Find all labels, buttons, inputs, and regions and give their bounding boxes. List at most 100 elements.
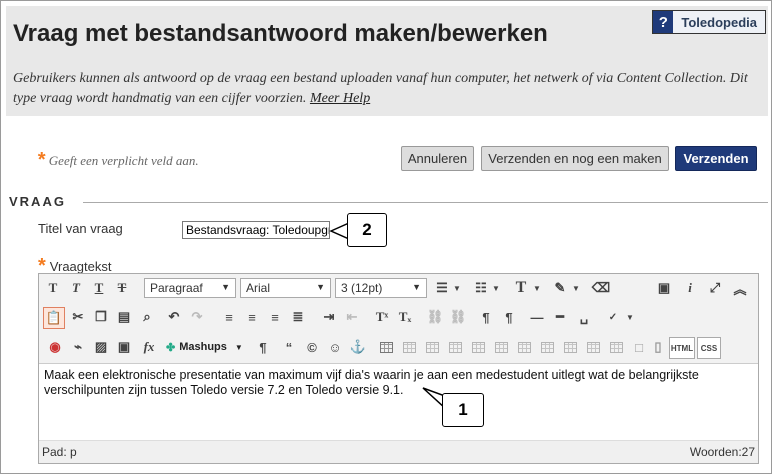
preview-icon[interactable]: ▣ — [654, 278, 674, 298]
toledopedia-label: Toledopedia — [673, 11, 765, 33]
record-icon[interactable]: ◉ — [45, 337, 65, 357]
submit-button[interactable]: Verzenden — [675, 146, 757, 171]
insert-row-after-icon[interactable] — [468, 337, 488, 357]
eraser-icon[interactable]: ⌫ — [591, 278, 611, 298]
paragraph-icon[interactable]: ¶ — [253, 337, 273, 357]
mashups-icon: ✤ — [166, 341, 176, 354]
insert-col-after-icon[interactable] — [537, 337, 557, 357]
highlight-icon[interactable]: ✎ — [550, 278, 570, 298]
section-divider — [83, 202, 768, 203]
chevron-down-icon[interactable]: ▼ — [452, 278, 462, 298]
mashups-dropdown[interactable]: ✤ Mashups ▼ — [166, 337, 248, 357]
delete-row-icon[interactable] — [491, 337, 511, 357]
quote-icon[interactable]: “ — [279, 337, 299, 357]
table-cell-props-icon[interactable] — [422, 337, 442, 357]
format-select-value: Paragraaf — [150, 281, 203, 295]
chevron-down-icon: ▼ — [316, 282, 325, 292]
emoticon-icon[interactable]: ☺ — [325, 337, 345, 357]
search-icon[interactable]: ⌕ — [137, 307, 157, 327]
font-select[interactable]: Arial ▼ — [240, 278, 331, 298]
align-center-icon[interactable]: ≡ — [242, 307, 262, 327]
indent-icon[interactable]: ⇥ — [319, 307, 339, 327]
copy-icon[interactable]: ❐ — [91, 307, 111, 327]
underline-icon[interactable]: T — [89, 278, 109, 298]
more-help-link[interactable]: Meer Help — [310, 91, 370, 106]
undo-icon[interactable]: ↶ — [164, 307, 184, 327]
chevron-down-icon[interactable]: ▼ — [532, 278, 542, 298]
editor-toolbar: T T T T Paragraaf ▼ Arial ▼ 3 (12pt) ▼ ☰ ▼ … — [39, 274, 758, 364]
question-title-input[interactable]: Bestandsvraag: Toledoupgr — [182, 221, 330, 239]
required-star-icon: * — [37, 149, 45, 171]
cancel-button[interactable]: Annuleren — [401, 146, 474, 171]
media-icon[interactable]: ▣ — [114, 337, 134, 357]
chevron-down-icon: ▼ — [234, 342, 243, 352]
nonbreaking-space-icon[interactable]: ␣ — [574, 307, 594, 327]
paste-icon[interactable]: ▤ — [114, 307, 134, 327]
bold-icon[interactable]: T — [43, 278, 63, 298]
word-count: Woorden:27 — [689, 445, 755, 459]
chevron-down-icon: ▼ — [221, 282, 230, 292]
horizontal-rule-icon[interactable]: — — [527, 307, 547, 327]
chevron-down-icon[interactable]: ▼ — [571, 278, 581, 298]
rtl-icon[interactable]: ¶ — [499, 307, 519, 327]
align-left-icon[interactable]: ≡ — [219, 307, 239, 327]
insert-col-before-icon[interactable] — [514, 337, 534, 357]
size-select-value: 3 (12pt) — [341, 281, 383, 295]
align-right-icon[interactable]: ≡ — [265, 307, 285, 327]
info-icon[interactable]: i — [680, 278, 700, 298]
editor-content[interactable]: Maak een elektronische presentatie van m… — [44, 368, 744, 398]
description-text: Gebruikers kunnen als antwoord op de vra… — [13, 71, 748, 106]
subscript-icon[interactable]: Tₓ — [395, 307, 415, 327]
anchor-icon[interactable]: ⚓ — [348, 337, 368, 357]
toledopedia-help-button[interactable]: ? Toledopedia — [652, 10, 766, 34]
split-cells-icon[interactable] — [583, 337, 603, 357]
path-indicator: Pad: p — [42, 445, 77, 459]
cut-icon[interactable]: ✂ — [68, 307, 88, 327]
insert-row-before-icon[interactable] — [445, 337, 465, 357]
thick-rule-icon[interactable]: ━ — [550, 307, 570, 327]
table-row-props-icon[interactable] — [399, 337, 419, 357]
html-source-button[interactable]: HTML — [669, 337, 695, 359]
outdent-icon[interactable]: ⇤ — [342, 307, 362, 327]
page-description: Gebruikers kunnen als antwoord op de vra… — [13, 69, 753, 109]
spellcheck-icon[interactable]: ✓ — [603, 307, 623, 327]
editor-statusbar: Pad: p Woorden:27 — [39, 440, 758, 463]
align-justify-icon[interactable]: ≣ — [288, 307, 308, 327]
bullet-list-icon[interactable]: ☰ — [432, 278, 452, 298]
help-icon: ? — [653, 11, 674, 33]
merge-cells-icon[interactable] — [606, 337, 626, 357]
ltr-icon[interactable]: ¶ — [476, 307, 496, 327]
superscript-icon[interactable]: Tˣ — [372, 307, 392, 327]
chevron-down-icon[interactable]: ▼ — [625, 307, 635, 327]
formula-icon[interactable]: fx — [139, 337, 159, 357]
link-icon[interactable]: ⛓ — [425, 307, 445, 327]
chevron-down-icon[interactable]: ▼ — [491, 278, 501, 298]
size-select[interactable]: 3 (12pt) ▼ — [335, 278, 427, 298]
image-icon[interactable]: ▨ — [91, 337, 111, 357]
callout-2: 2 — [347, 213, 387, 247]
visual-aid-icon[interactable]: □ — [629, 337, 649, 357]
css-button[interactable]: CSS — [697, 337, 721, 359]
layer-icon[interactable]: ▯ — [648, 337, 668, 357]
mashups-label: Mashups — [179, 341, 227, 353]
window-frame: Vraag met bestandsantwoord maken/bewerke… — [0, 0, 772, 474]
delete-col-icon[interactable] — [560, 337, 580, 357]
strikethrough-icon[interactable]: T — [112, 278, 132, 298]
text-color-icon[interactable]: T — [511, 278, 531, 298]
collapse-toolbar-icon[interactable]: ︽ — [730, 278, 750, 298]
unlink-icon[interactable]: ⛓ — [448, 307, 468, 327]
question-text-label-text: Vraagtekst — [49, 259, 112, 274]
format-select[interactable]: Paragraaf ▼ — [144, 278, 236, 298]
redo-icon[interactable]: ↷ — [187, 307, 207, 327]
question-title-label: Titel van vraag — [38, 221, 123, 236]
rich-text-editor: T T T T Paragraaf ▼ Arial ▼ 3 (12pt) ▼ ☰ ▼ … — [38, 273, 759, 464]
paste-word-icon[interactable]: 📋 — [43, 307, 65, 329]
insert-table-icon[interactable] — [376, 337, 396, 357]
copyright-icon[interactable]: © — [302, 337, 322, 357]
italic-icon[interactable]: T — [66, 278, 86, 298]
page-title: Vraag met bestandsantwoord maken/bewerke… — [13, 20, 548, 47]
numbered-list-icon[interactable]: ☷ — [471, 278, 491, 298]
fullscreen-icon[interactable]: ⤢ — [705, 278, 725, 298]
submit-and-new-button[interactable]: Verzenden en nog een maken — [481, 146, 669, 171]
attachment-icon[interactable]: ⌁ — [68, 337, 88, 357]
